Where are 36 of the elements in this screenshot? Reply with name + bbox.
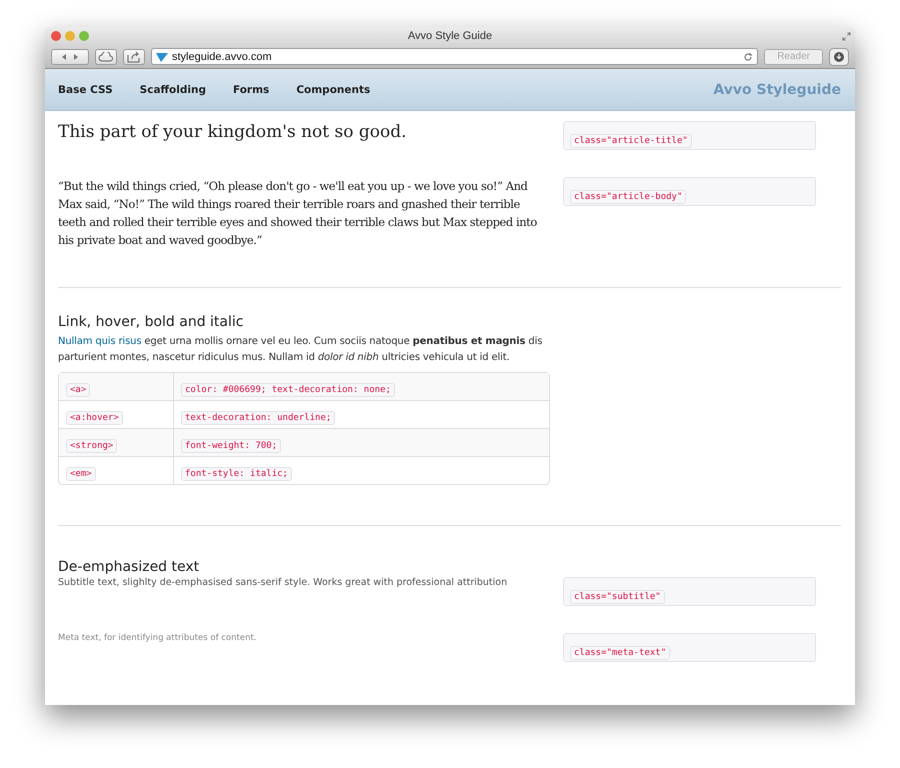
fullscreen-icon[interactable] — [842, 32, 851, 40]
code-snippet: <strong> — [66, 438, 118, 452]
paragraph: Nullam quis risus eget urna mollis ornare vel eu leo. Cum sociis natoque penatibus et magnis dis parturient montes, nascetur ridiculus mus. Nullam id dolor id nibh ultricies vehicula ut id elit. — [58, 335, 544, 365]
section-heading: De-emphasized text — [58, 559, 200, 575]
code-snippet: class="article-title" — [570, 134, 692, 148]
cloud-icon — [98, 52, 114, 62]
cloud-button[interactable] — [95, 48, 117, 64]
nav-link[interactable]: Forms — [232, 84, 270, 96]
code-snippet: class="meta-text" — [570, 646, 670, 660]
window-title: Avvo Style Guide — [408, 30, 492, 42]
share-icon — [127, 50, 141, 62]
code-snippet: class="article-body" — [570, 190, 686, 204]
download-icon[interactable] — [829, 48, 849, 66]
nav-link[interactable]: Base CSS — [58, 84, 113, 96]
meta-text: Meta text, for identifying attributes of content. — [58, 633, 258, 643]
code-snippet: class="subtitle" — [570, 590, 665, 604]
code-snippet: <em> — [66, 466, 96, 480]
code-snippet: font-style: italic; — [181, 466, 292, 480]
text-link[interactable]: Nullam quis risus — [58, 336, 142, 347]
nav-link[interactable]: Components — [296, 84, 370, 96]
nav-link[interactable]: Scaffolding — [140, 84, 206, 96]
back-forward-button[interactable] — [51, 48, 89, 64]
share-button[interactable] — [123, 48, 145, 64]
address-field[interactable]: styleguide.avvo.com — [151, 48, 758, 65]
code-snippet: <a> — [66, 382, 90, 396]
code-snippet: text-decoration: underline; — [181, 410, 336, 424]
close-icon[interactable] — [51, 31, 61, 41]
subtitle-text: Subtitle text, slighlty de-emphasised sans-serif style. Works great with professional attribution — [58, 577, 508, 588]
section-heading: Link, hover, bold and italic — [58, 314, 244, 330]
article-title: This part of your kingdom's not so good. — [58, 121, 408, 142]
reload-icon[interactable] — [743, 52, 754, 62]
code-snippet: color: #006699; text-decoration: none; — [181, 382, 395, 396]
favicon-icon — [156, 52, 168, 62]
code-snippet: <a:hover> — [66, 410, 123, 424]
article-body: “But the wild things cried, “Oh please don't go - we'll eat you up - we love you so!” And Max said, “No!” The wild things roared their terrible roars and gnashed their terrible teeth and rolled their terrible eyes and showed their terrible claws but Max stepped into his private boat and waved goodbye.” — [58, 178, 538, 249]
code-snippet: font-weight: 700; — [181, 438, 282, 452]
